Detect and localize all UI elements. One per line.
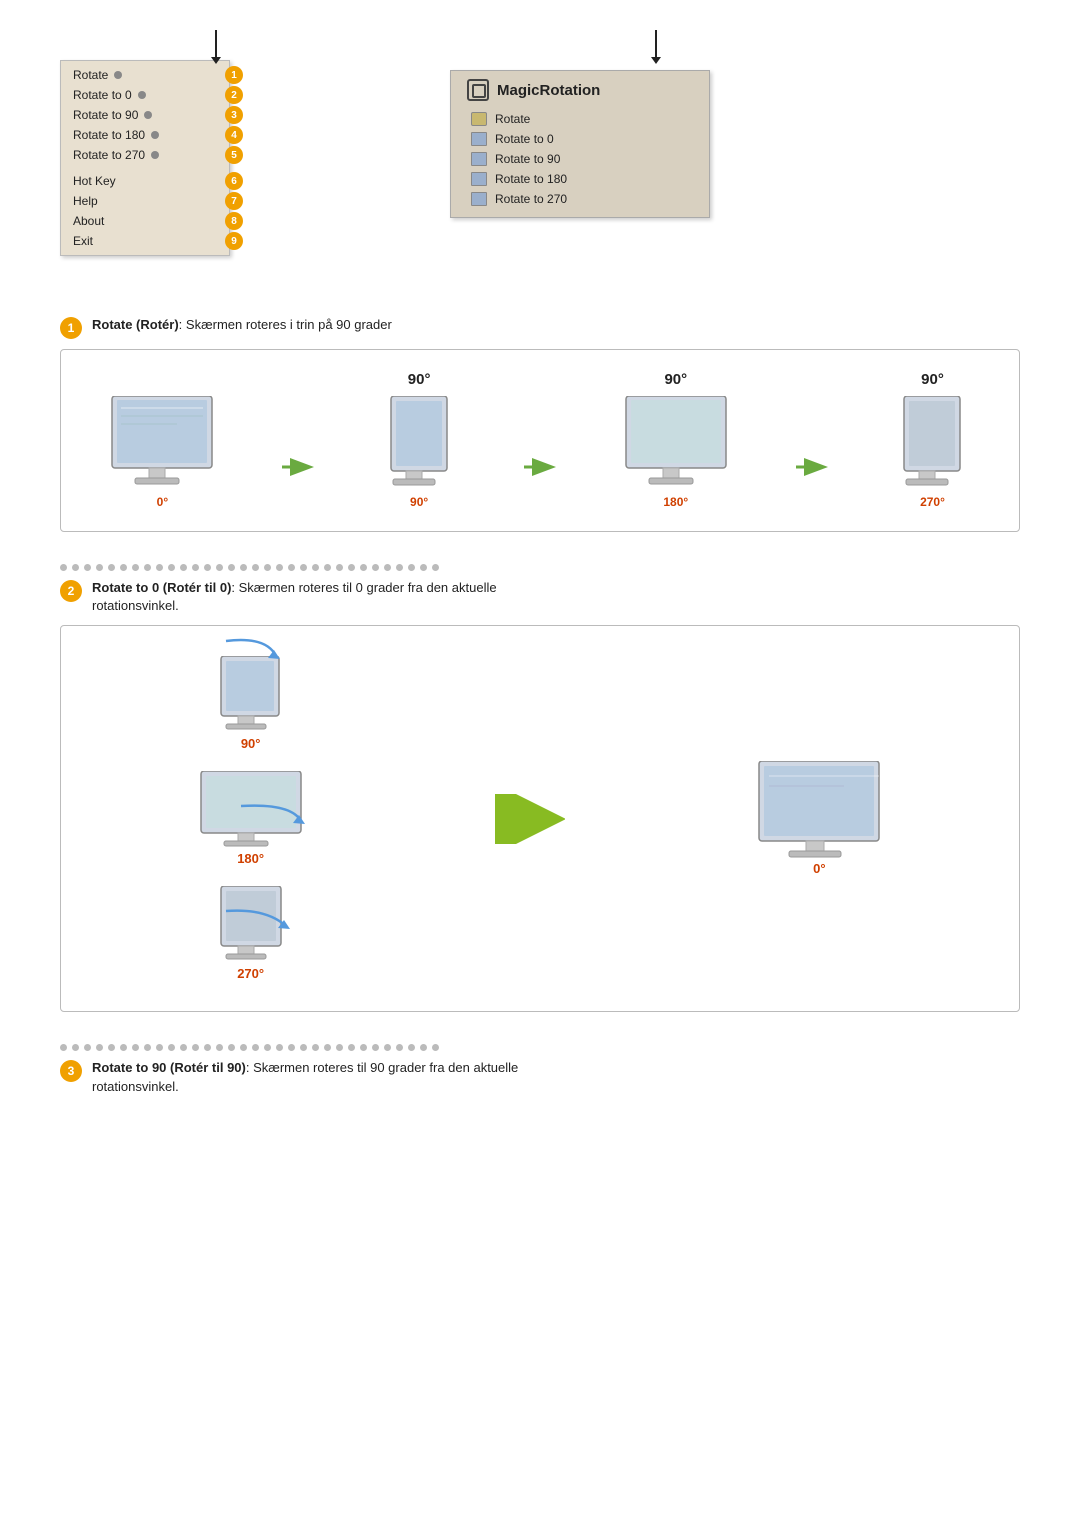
monitor-svg-0 bbox=[107, 396, 217, 491]
menu-label-rotate90: Rotate to 90 bbox=[73, 108, 138, 122]
rotate0-icon bbox=[471, 132, 487, 146]
label-sec2-180: 180° bbox=[237, 851, 264, 866]
menu-label-help: Help bbox=[73, 194, 98, 208]
monitor-svg-180 bbox=[621, 396, 731, 491]
menu-label-hotkey: Hot Key bbox=[73, 174, 116, 188]
right-arrow-indicator bbox=[655, 30, 657, 58]
label-sec2-90: 90° bbox=[241, 736, 261, 751]
label-top-90-1: 90° bbox=[408, 371, 431, 388]
menu-item-rotate[interactable]: Rotate 1 bbox=[61, 65, 229, 85]
monitor-svg-sec2-0 bbox=[754, 761, 884, 861]
badge-2: 2 bbox=[225, 86, 243, 104]
section-title-3: Rotate to 90 (Rotér til 90): Skærmen rot… bbox=[92, 1059, 518, 1095]
label-top-90-2: 90° bbox=[664, 371, 687, 388]
menu-item-rotate90[interactable]: Rotate to 90 3 bbox=[61, 105, 229, 125]
section-title-2: Rotate to 0 (Rotér til 0): Skærmen roter… bbox=[92, 579, 497, 615]
separator-1 bbox=[60, 564, 1020, 571]
bullet-icon bbox=[151, 131, 159, 139]
monitor-180deg: 90° 180° bbox=[621, 371, 731, 511]
arc-arrow-90 bbox=[196, 636, 296, 666]
menu-label-exit: Exit bbox=[73, 234, 93, 248]
menu-item-exit[interactable]: Exit 9 bbox=[61, 231, 229, 251]
top-diagram: Rotate 1 Rotate to 0 2 Rotate to 90 3 Ro… bbox=[60, 30, 1020, 256]
menu-label-about: About bbox=[73, 214, 104, 228]
monitor-sec2-90: 90° bbox=[211, 656, 291, 751]
monitor-sec2-270: 270° bbox=[211, 886, 291, 981]
badge-1: 1 bbox=[225, 66, 243, 84]
menu-label-rotate180: Rotate to 180 bbox=[73, 128, 145, 142]
menu-item-rotate270[interactable]: Rotate to 270 5 bbox=[61, 145, 229, 165]
menu-label-rotate: Rotate bbox=[73, 68, 108, 82]
rotate-sequence: 0° 90° 90° bbox=[81, 370, 999, 511]
label-sec2-0: 0° bbox=[813, 861, 825, 876]
badge-9: 9 bbox=[225, 232, 243, 250]
monitor-90deg: 90° 90° bbox=[379, 371, 459, 511]
menu-item-about[interactable]: About 8 bbox=[61, 211, 229, 231]
menu-item-rotate180[interactable]: Rotate to 180 4 bbox=[61, 125, 229, 145]
label-270deg: 270° bbox=[920, 495, 945, 509]
magic-item-rotate0[interactable]: Rotate to 0 bbox=[467, 129, 693, 149]
label-sec2-270: 270° bbox=[237, 966, 264, 981]
monitor-svg-90 bbox=[379, 396, 459, 491]
section-2-header: 2 Rotate to 0 (Rotér til 0): Skærmen rot… bbox=[60, 579, 1020, 615]
magic-title: MagicRotation bbox=[467, 79, 693, 101]
section-badge-3: 3 bbox=[60, 1060, 82, 1082]
section-3-header: 3 Rotate to 90 (Rotér til 90): Skærmen r… bbox=[60, 1059, 1020, 1095]
section-title-1: Rotate (Rotér): Skærmen roteres i trin p… bbox=[92, 316, 392, 334]
label-90deg: 90° bbox=[410, 495, 428, 509]
context-menu: Rotate 1 Rotate to 0 2 Rotate to 90 3 Ro… bbox=[60, 60, 230, 256]
label-0deg: 0° bbox=[157, 495, 168, 509]
section-2: 2 Rotate to 0 (Rotér til 0): Skærmen rot… bbox=[60, 579, 1020, 1012]
section-1: 1 Rotate (Rotér): Skærmen roteres i trin… bbox=[60, 316, 1020, 532]
label-180deg: 180° bbox=[663, 495, 688, 509]
badge-6: 6 bbox=[225, 172, 243, 190]
magic-rotation-panel: MagicRotation Rotate Rotate to 0 Rotate … bbox=[450, 70, 710, 218]
section-1-diagram: 0° 90° 90° bbox=[60, 349, 1020, 532]
arrow-3 bbox=[794, 453, 830, 481]
arc-arrow-270 bbox=[206, 906, 306, 936]
bullet-icon bbox=[144, 111, 152, 119]
menu-label-rotate0: Rotate to 0 bbox=[73, 88, 132, 102]
magic-item-rotate[interactable]: Rotate bbox=[467, 109, 693, 129]
magic-item-rotate270[interactable]: Rotate to 270 bbox=[467, 189, 693, 209]
section-badge-2: 2 bbox=[60, 580, 82, 602]
section-2-diagram: 90° 180° bbox=[60, 625, 1020, 1012]
monitor-sec2-180: 180° bbox=[196, 771, 306, 866]
monitor-svg-270 bbox=[892, 396, 972, 491]
menu-item-rotate0[interactable]: Rotate to 0 2 bbox=[61, 85, 229, 105]
left-arrow-indicator bbox=[215, 30, 217, 58]
badge-7: 7 bbox=[225, 192, 243, 210]
menu-label-rotate270: Rotate to 270 bbox=[73, 148, 145, 162]
bullet-icon bbox=[114, 71, 122, 79]
menu-item-help[interactable]: Help 7 bbox=[61, 191, 229, 211]
rotate90-icon bbox=[471, 152, 487, 166]
rotate-icon bbox=[471, 112, 487, 126]
monitor-0deg: 0° bbox=[107, 370, 217, 511]
arc-arrow-180 bbox=[221, 801, 321, 831]
badge-3: 3 bbox=[225, 106, 243, 124]
magic-item-rotate90[interactable]: Rotate to 90 bbox=[467, 149, 693, 169]
bullet-icon bbox=[138, 91, 146, 99]
monitor-270deg: 90° 270° bbox=[892, 371, 972, 511]
magic-rotation-icon bbox=[467, 79, 489, 101]
monitor-sec2-0: 0° bbox=[754, 761, 884, 876]
bullet-icon bbox=[151, 151, 159, 159]
section-1-header: 1 Rotate (Rotér): Skærmen roteres i trin… bbox=[60, 316, 1020, 339]
section-badge-1: 1 bbox=[60, 317, 82, 339]
menu-item-hotkey[interactable]: Hot Key 6 bbox=[61, 171, 229, 191]
monitor-svg-sec2-90 bbox=[211, 656, 291, 736]
section-3: 3 Rotate to 90 (Rotér til 90): Skærmen r… bbox=[60, 1059, 1020, 1095]
badge-4: 4 bbox=[225, 126, 243, 144]
label-top-90-3: 90° bbox=[921, 371, 944, 388]
separator-2 bbox=[60, 1044, 1020, 1051]
big-green-arrow bbox=[495, 794, 565, 844]
badge-8: 8 bbox=[225, 212, 243, 230]
rotate180-icon bbox=[471, 172, 487, 186]
magic-item-rotate180[interactable]: Rotate to 180 bbox=[467, 169, 693, 189]
badge-5: 5 bbox=[225, 146, 243, 164]
rotate270-icon bbox=[471, 192, 487, 206]
arrow-1 bbox=[280, 453, 316, 481]
arrow-2 bbox=[522, 453, 558, 481]
